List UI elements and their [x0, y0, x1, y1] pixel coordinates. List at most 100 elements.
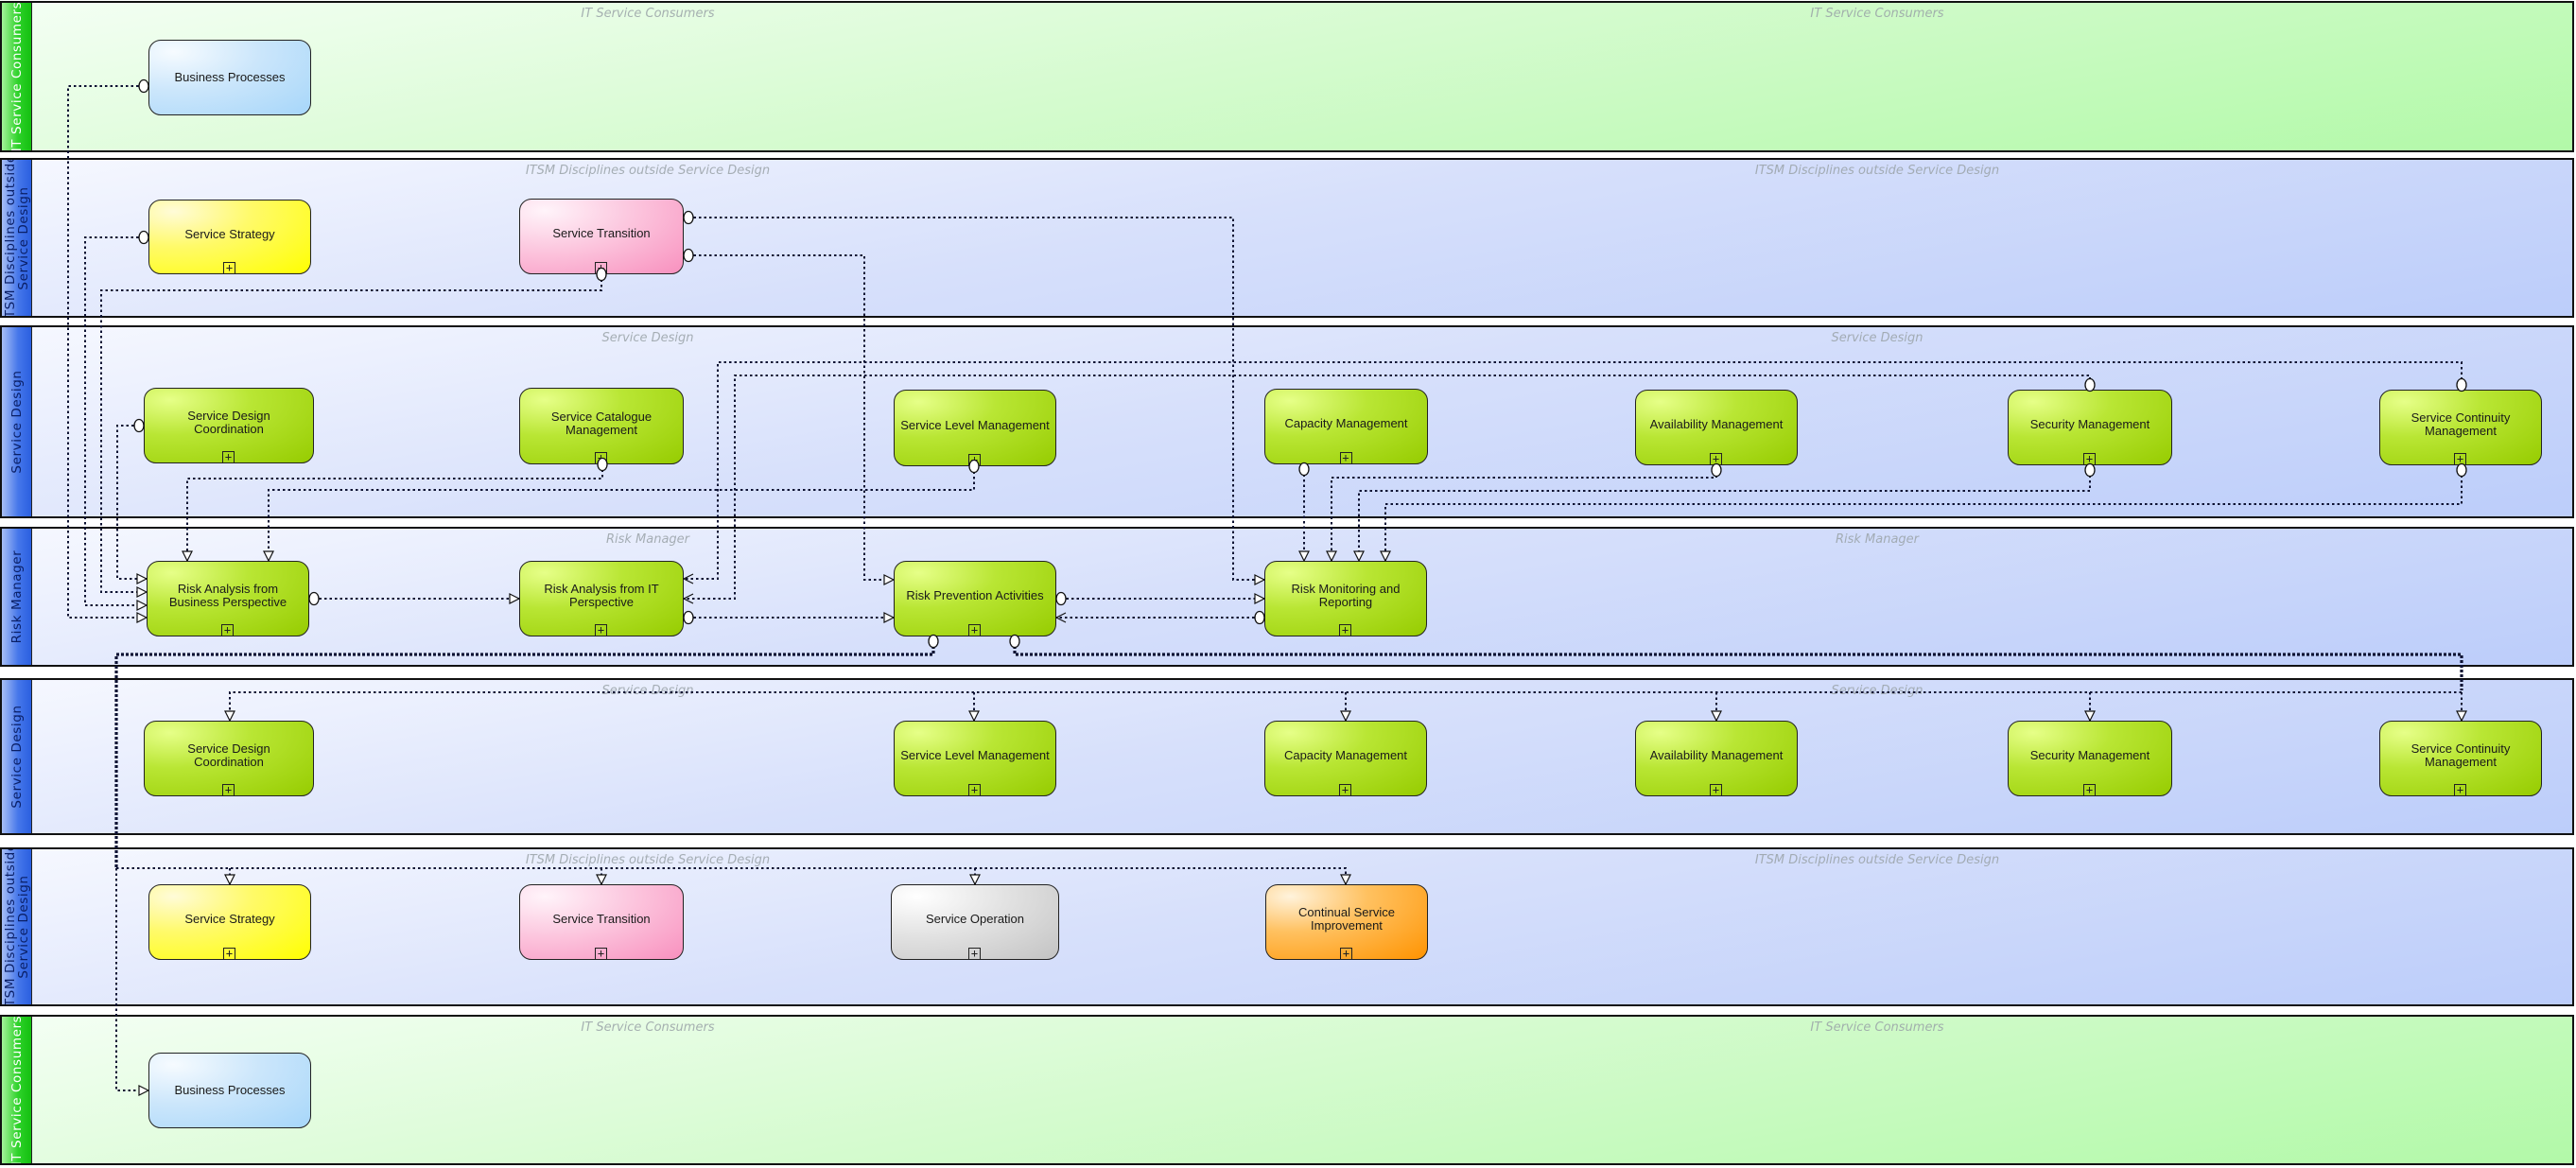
lane-watermark: IT Service Consumers [581, 1020, 715, 1035]
lane-title: Service Design [9, 705, 25, 809]
task-label: Continual Service Improvement [1298, 905, 1395, 933]
task-label: Capacity Management [1284, 416, 1408, 430]
task-rpa[interactable]: Risk Prevention Activities + [894, 561, 1056, 636]
task-label: Capacity Management [1283, 748, 1408, 762]
expand-subprocess-icon[interactable]: + [223, 948, 235, 960]
expand-subprocess-icon[interactable]: + [1710, 453, 1722, 465]
expand-subprocess-icon[interactable]: + [968, 454, 981, 466]
task-sec-in[interactable]: Security Management + [2008, 390, 2172, 465]
task-label: Service Transition [552, 226, 651, 240]
lane-header[interactable]: Service Design [2, 680, 32, 833]
lane-watermark: Risk Manager [605, 532, 690, 547]
lane-watermark: IT Service Consumers [1810, 1020, 1944, 1035]
lane-it-service-consumers-top: IT Service Consumers IT Service Consumer… [0, 1, 2574, 152]
task-rmr[interactable]: Risk Monitoring and Reporting + [1264, 561, 1427, 636]
lane-watermark: ITSM Disciplines outside Service Design [525, 853, 771, 867]
lane-title: ITSM Disciplines outside Service Design [2, 160, 31, 316]
task-label: Service Strategy [184, 912, 275, 926]
task-label: Risk Analysis from IT Perspective [544, 582, 659, 609]
expand-subprocess-icon[interactable]: + [222, 451, 235, 463]
task-label: Service Design Coordination [187, 741, 270, 769]
task-label: Service Continuity Management [2411, 410, 2511, 438]
expand-subprocess-icon[interactable]: + [1339, 624, 1351, 636]
lane-watermark: IT Service Consumers [581, 7, 715, 21]
lane-title: ITSM Disciplines outside Service Design [2, 849, 31, 1004]
task-scm-in[interactable]: Service Continuity Management + [2379, 390, 2542, 465]
task-scm-out[interactable]: Service Continuity Management + [2379, 721, 2542, 796]
lane-header[interactable]: ITSM Disciplines outside Service Design [2, 849, 32, 1004]
lane-watermark: ITSM Disciplines outside Service Design [525, 164, 771, 178]
task-rait[interactable]: Risk Analysis from IT Perspective + [519, 561, 684, 636]
expand-subprocess-icon[interactable]: + [595, 624, 607, 636]
task-slm-in[interactable]: Service Level Management + [894, 390, 1056, 466]
task-sdc-in[interactable]: Service Design Coordination + [144, 388, 314, 463]
task-label: Business Processes [174, 1083, 286, 1097]
expand-subprocess-icon[interactable]: + [2083, 784, 2096, 796]
task-av-in[interactable]: Availability Management + [1635, 390, 1798, 465]
lane-title: Risk Manager [9, 549, 25, 644]
task-csi-out[interactable]: Continual Service Improvement + [1265, 884, 1428, 960]
expand-subprocess-icon[interactable]: + [595, 948, 607, 960]
expand-subprocess-icon[interactable]: + [223, 262, 235, 274]
lane-watermark: Service Design [601, 331, 694, 345]
task-label: Service Transition [552, 912, 651, 926]
lane-watermark: Service Design [1831, 331, 1923, 345]
task-ss-out[interactable]: Service Strategy + [148, 884, 311, 960]
lane-header[interactable]: Service Design [2, 327, 32, 516]
lane-watermark: Service Design [601, 684, 694, 698]
task-bp-out[interactable]: Business Processes [148, 1053, 311, 1128]
task-scat-in[interactable]: Service Catalogue Management + [519, 388, 684, 464]
lane-title: Service Design [9, 370, 25, 474]
lane-header[interactable]: IT Service Consumers [2, 3, 32, 150]
expand-subprocess-icon[interactable]: + [1340, 948, 1352, 960]
expand-subprocess-icon[interactable]: + [221, 624, 234, 636]
expand-subprocess-icon[interactable]: + [1339, 452, 1352, 464]
lane-header[interactable]: ITSM Disciplines outside Service Design [2, 160, 32, 316]
task-st-in[interactable]: Service Transition + [519, 199, 684, 274]
lane-it-service-consumers-bottom: IT Service Consumers IT Service Consumer… [0, 1015, 2574, 1165]
task-cap-out[interactable]: Capacity Management + [1264, 721, 1427, 796]
expand-subprocess-icon[interactable]: + [1710, 784, 1722, 796]
expand-subprocess-icon[interactable]: + [222, 784, 235, 796]
task-sec-out[interactable]: Security Management + [2008, 721, 2172, 796]
lane-header[interactable]: Risk Manager [2, 529, 32, 665]
lane-watermark: Service Design [1831, 684, 1923, 698]
task-slm-out[interactable]: Service Level Management + [894, 721, 1056, 796]
lane-title: IT Service Consumers [9, 1017, 25, 1163]
task-label: Security Management [2029, 417, 2150, 431]
expand-subprocess-icon[interactable]: + [2083, 453, 2096, 465]
task-label: Risk Analysis from Business Perspective [168, 582, 287, 609]
expand-subprocess-icon[interactable]: + [968, 784, 981, 796]
task-av-out[interactable]: Availability Management + [1635, 721, 1798, 796]
task-label: Service Level Management [900, 748, 1050, 762]
expand-subprocess-icon[interactable]: + [595, 262, 607, 274]
expand-subprocess-icon[interactable]: + [2454, 784, 2466, 796]
task-rabp[interactable]: Risk Analysis from Business Perspective + [147, 561, 309, 636]
lane-watermark: Risk Manager [1835, 532, 1920, 547]
task-label: Risk Prevention Activities [906, 588, 1044, 602]
task-label: Availability Management [1649, 748, 1784, 762]
task-label: Service Strategy [184, 226, 275, 241]
task-so-out[interactable]: Service Operation + [891, 884, 1059, 960]
task-label: Business Processes [174, 70, 286, 84]
expand-subprocess-icon[interactable]: + [2454, 453, 2466, 465]
lane-watermark: ITSM Disciplines outside Service Design [1754, 853, 2000, 867]
lane-watermark: ITSM Disciplines outside Service Design [1754, 164, 2000, 178]
task-label: Service Continuity Management [2411, 741, 2511, 769]
task-bp-in[interactable]: Business Processes [148, 40, 311, 115]
task-cap-in[interactable]: Capacity Management + [1264, 389, 1428, 464]
task-label: Service Level Management [900, 417, 1050, 432]
task-label: Service Operation [925, 912, 1025, 926]
task-label: Service Design Coordination [187, 409, 270, 436]
lane-title: IT Service Consumers [9, 3, 25, 150]
task-st-out[interactable]: Service Transition + [519, 884, 684, 960]
task-label: Service Catalogue Management [550, 409, 653, 437]
task-ss-in[interactable]: Service Strategy + [148, 200, 311, 274]
expand-subprocess-icon[interactable]: + [1339, 784, 1351, 796]
expand-subprocess-icon[interactable]: + [968, 624, 981, 636]
task-label: Risk Monitoring and Reporting [1291, 582, 1401, 609]
lane-header[interactable]: IT Service Consumers [2, 1017, 32, 1163]
task-sdc-out[interactable]: Service Design Coordination + [144, 721, 314, 796]
expand-subprocess-icon[interactable]: + [968, 948, 981, 960]
expand-subprocess-icon[interactable]: + [595, 452, 607, 464]
